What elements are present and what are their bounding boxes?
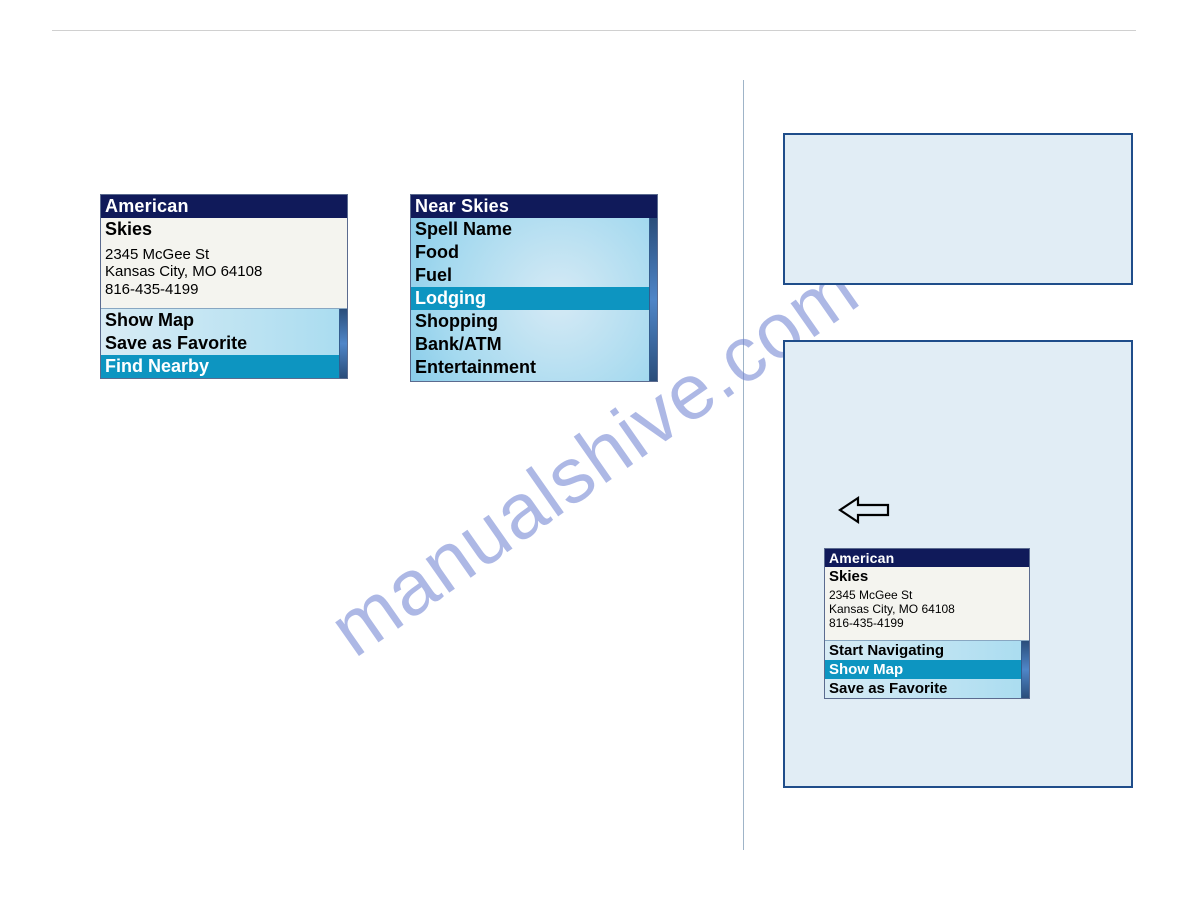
device-screenshot-1: American Skies 2345 McGee St Kansas City… [100,194,348,379]
info-box-top [783,133,1133,285]
device3-name: Skies [829,567,1025,589]
scrollbar[interactable] [649,218,657,381]
device1-addr2: Kansas City, MO 64108 [105,263,343,280]
device3-phone: 816-435-4199 [829,617,1025,631]
menu-find-nearby[interactable]: Find Nearby [101,355,347,378]
device1-menu: Show Map Save as Favorite Find Nearby [101,308,347,378]
category-bank-atm[interactable]: Bank/ATM [415,333,647,356]
category-entertainment[interactable]: Entertainment [415,356,647,379]
menu-show-map[interactable]: Show Map [825,660,1029,679]
device1-phone: 816-435-4199 [105,281,343,298]
device1-name: Skies [105,218,343,246]
device3-title: American [825,549,1029,567]
category-food[interactable]: Food [415,241,647,264]
device3-body: Skies 2345 McGee St Kansas City, MO 6410… [825,567,1029,640]
device1-body: Skies 2345 McGee St Kansas City, MO 6410… [101,218,347,308]
device-screenshot-3: American Skies 2345 McGee St Kansas City… [824,548,1030,699]
category-shopping[interactable]: Shopping [415,310,647,333]
category-spell-name[interactable]: Spell Name [415,218,647,241]
category-lodging[interactable]: Lodging [411,287,657,310]
menu-show-map[interactable]: Show Map [101,309,347,332]
device1-addr1: 2345 McGee St [105,246,343,263]
device1-title: American [101,195,347,218]
device2-category-list: Spell Name Food Fuel Lodging Shopping Ba… [411,218,657,381]
menu-save-favorite[interactable]: Save as Favorite [101,332,347,355]
horizontal-rule [52,30,1136,31]
back-arrow-icon [838,495,892,525]
device-screenshot-2: Near Skies Spell Name Food Fuel Lodging … [410,194,658,382]
device3-addr2: Kansas City, MO 64108 [829,603,1025,617]
category-fuel[interactable]: Fuel [415,264,647,287]
device2-title: Near Skies [411,195,657,218]
scrollbar[interactable] [1021,641,1029,698]
menu-start-navigating[interactable]: Start Navigating [825,641,1029,660]
scrollbar[interactable] [339,309,347,378]
vertical-divider [743,80,744,850]
menu-save-favorite[interactable]: Save as Favorite [825,679,1029,698]
device3-addr1: 2345 McGee St [829,589,1025,603]
device3-menu: Start Navigating Show Map Save as Favori… [825,640,1029,698]
